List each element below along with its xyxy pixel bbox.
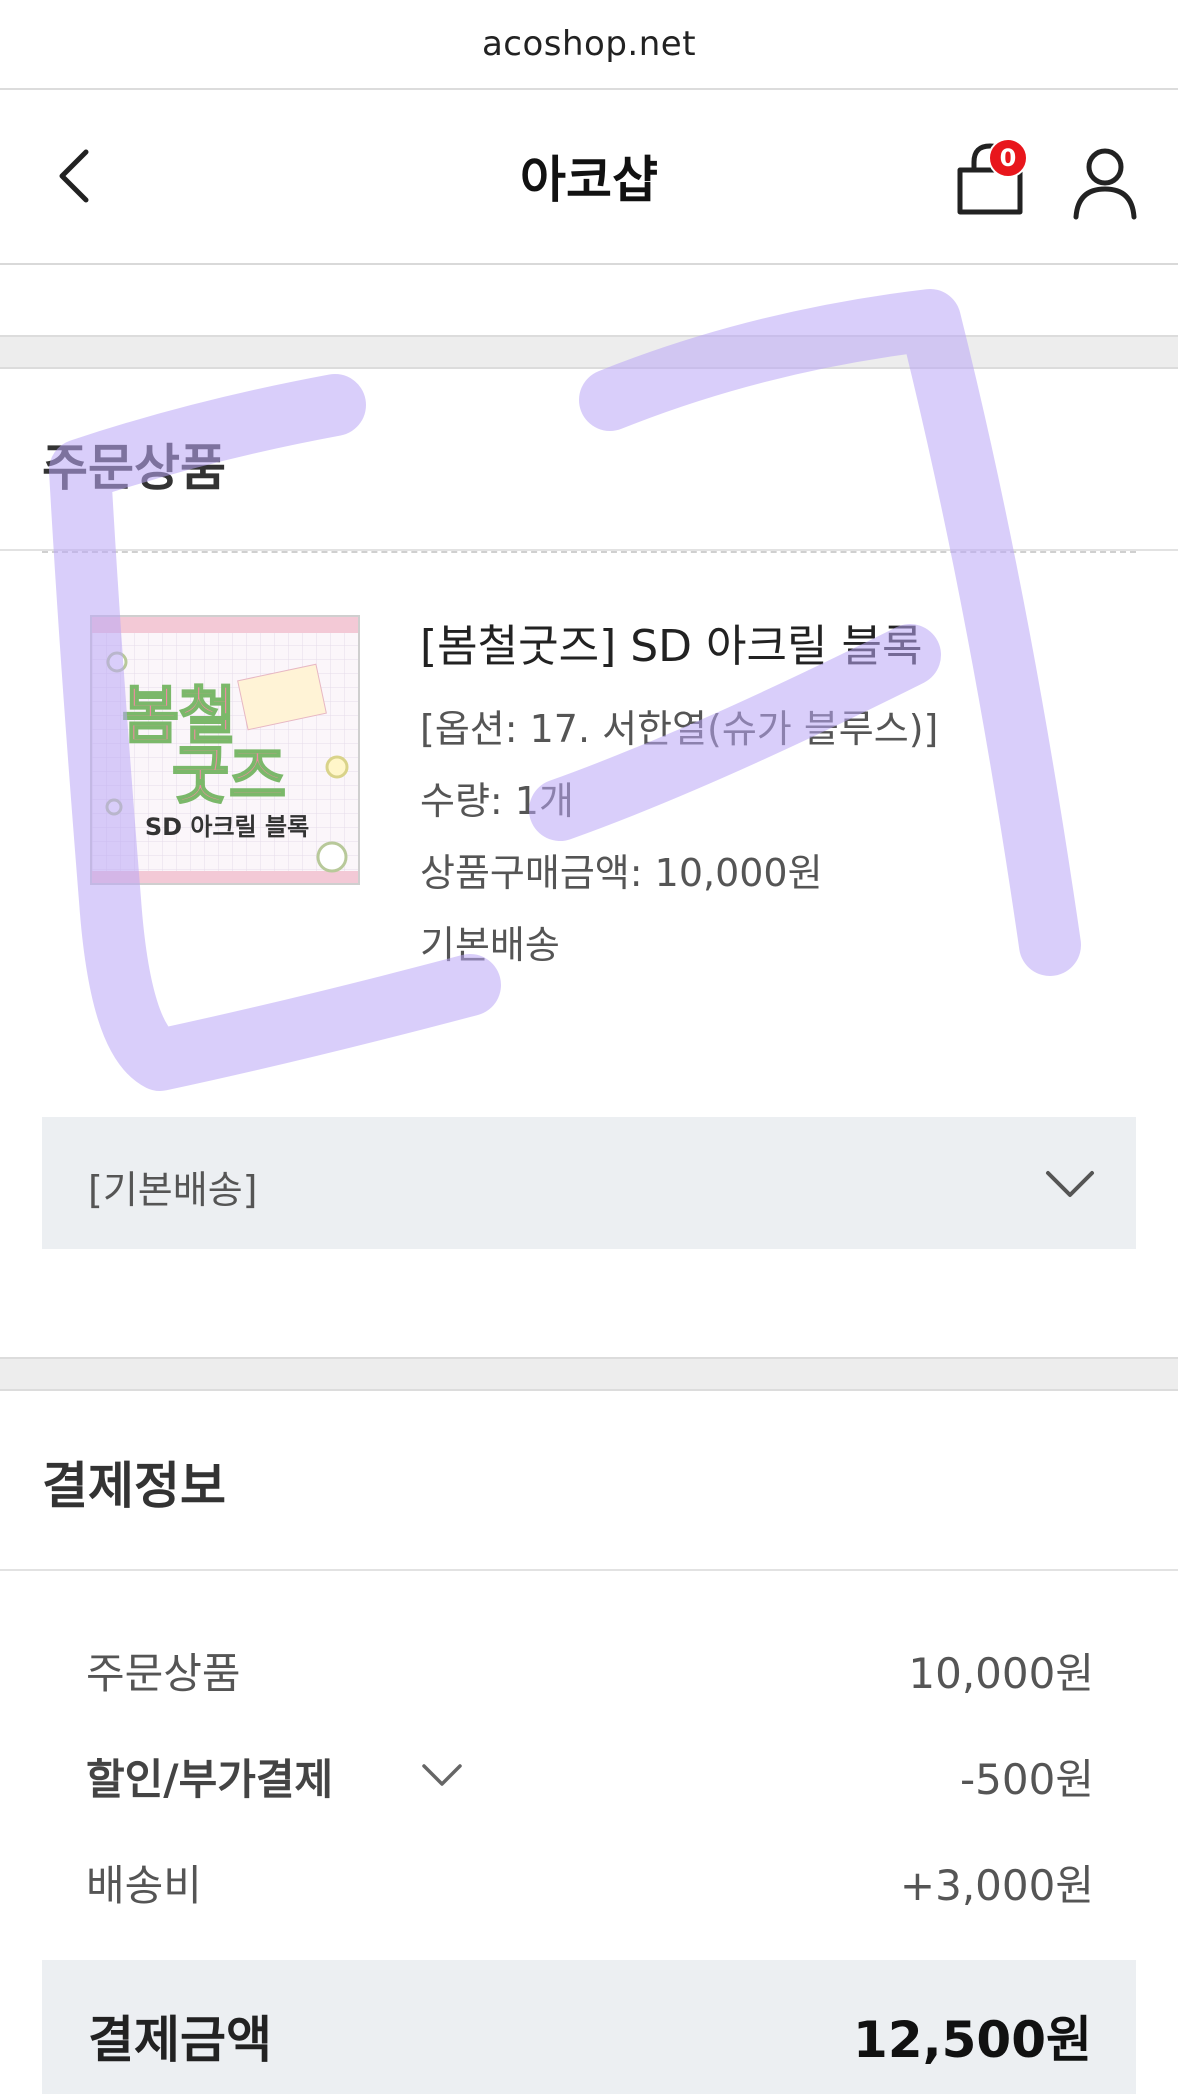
product-option: [옵션: 17. 서한열(슈가 블루스)] [420,707,939,751]
total-value: 12,500원 [853,2011,1092,2069]
section-separator [0,335,1178,369]
page: acoshop.net 아코샵 0 주문상품 봄철 굿즈 SD 아크릴 블록 [… [0,0,1178,2094]
url-text: acoshop.net [481,24,697,64]
chevron-down-icon [1046,1171,1094,1197]
dashed-divider [42,551,1136,553]
user-icon [1073,148,1137,220]
product-thumbnail[interactable]: 봄철 굿즈 SD 아크릴 블록 [90,615,360,885]
shipping-dropdown-label: [기본배송] [88,1168,258,1212]
payment-row-label: 주문상품 [86,1649,241,1698]
thumb-subtitle: SD 아크릴 블록 [145,813,309,841]
product-price: 상품구매금액: 10,000원 [420,851,823,895]
product-quantity: 수량: 1개 [420,779,574,823]
cart-count-badge: 0 [988,138,1028,178]
total-label: 결제금액 [88,2011,272,2069]
chevron-down-icon[interactable] [420,1752,464,1796]
thumb-title-2: 굿즈 [172,739,286,812]
total-payment-box: 결제금액 12,500원 [42,1960,1136,2094]
section-separator [0,1357,1178,1391]
shipping-fee-label: 배송비 [86,1861,202,1910]
product-name[interactable]: [봄철굿즈] SD 아크릴 블록 [420,610,922,674]
payment-row-value: 10,000원 [908,1649,1094,1698]
app-header: 아코샵 0 [0,90,1178,265]
order-section-title: 주문상품 [42,439,226,497]
shipping-fee-value: +3,000원 [899,1861,1094,1910]
shipping-dropdown[interactable]: [기본배송] [42,1117,1136,1249]
discount-toggle-label[interactable]: 할인/부가결제 [86,1746,333,1807]
account-button[interactable] [1070,145,1140,220]
browser-url-bar[interactable]: acoshop.net [0,0,1178,90]
divider [0,1569,1178,1571]
product-image: 봄철 굿즈 SD 아크릴 블록 [92,617,358,883]
product-shipping-type: 기본배송 [420,923,560,967]
discount-value: -500원 [960,1755,1094,1804]
payment-section-title: 결제정보 [42,1457,226,1515]
